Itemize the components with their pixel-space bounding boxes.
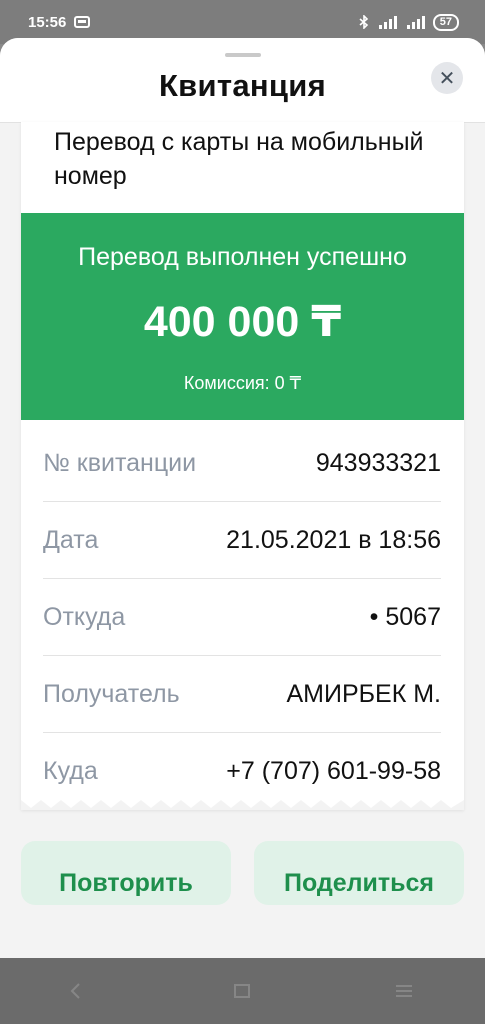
- commission-text: Комиссия: 0 ₸: [183, 373, 302, 393]
- receipt-card: Перевод с карты на мобильный номер Перев…: [21, 122, 464, 810]
- close-icon: ✕: [438, 67, 456, 90]
- drag-handle[interactable]: [225, 53, 261, 57]
- receipt-number-row: № квитанции 943933321: [43, 425, 441, 502]
- signal-icon: [378, 16, 397, 29]
- row-label: Откуда: [43, 602, 126, 631]
- row-value: +7 (707) 601-99-58: [226, 756, 441, 785]
- success-banner: Перевод выполнен успешно 400 000 ₸ Комис…: [21, 213, 464, 420]
- row-label: Получатель: [43, 679, 180, 708]
- row-value: 21.05.2021 в 18:56: [226, 525, 441, 554]
- receipt-torn-edge: [21, 800, 464, 810]
- date-row: Дата 21.05.2021 в 18:56: [43, 502, 441, 579]
- row-label: Дата: [43, 525, 99, 554]
- signal-4g-icon: [406, 16, 425, 29]
- success-title: Перевод выполнен успешно: [78, 243, 407, 271]
- receipt-sheet: Квитанция ✕ Перевод с карты на мобильный…: [0, 38, 485, 958]
- receipt-subtitle: Перевод с карты на мобильный номер: [54, 128, 424, 190]
- repeat-button[interactable]: Повторить: [21, 841, 231, 905]
- status-time: 15:56: [28, 13, 67, 31]
- close-button[interactable]: ✕: [431, 62, 463, 94]
- source-card-row: Откуда • 5067: [43, 579, 441, 656]
- status-right: 57: [359, 13, 459, 31]
- receipt-details: № квитанции 943933321 Дата 21.05.2021 в …: [43, 425, 441, 809]
- sheet-title: Квитанция: [158, 68, 327, 103]
- bluetooth-icon: [359, 15, 368, 29]
- row-value: АМИРБЕК М.: [286, 679, 441, 708]
- recipient-row: Получатель АМИРБЕК М.: [43, 656, 441, 733]
- status-left: 15:56: [28, 13, 91, 31]
- row-label: № квитанции: [43, 448, 197, 477]
- menu-icon[interactable]: [392, 982, 416, 1000]
- row-value: • 5067: [369, 602, 441, 631]
- row-label: Куда: [43, 756, 98, 785]
- share-button[interactable]: Поделиться: [254, 841, 464, 905]
- battery-icon: 57: [432, 13, 459, 31]
- row-value: 943933321: [315, 448, 441, 477]
- system-nav-bar: [0, 958, 485, 1024]
- action-buttons: Повторить Поделиться: [21, 841, 464, 907]
- screen-cast-icon: [74, 16, 91, 28]
- home-icon[interactable]: [230, 982, 254, 1000]
- transfer-amount: 400 000 ₸: [143, 298, 342, 346]
- destination-row: Куда +7 (707) 601-99-58: [43, 733, 441, 809]
- back-icon[interactable]: [69, 982, 93, 1000]
- sheet-header: Квитанция ✕: [0, 38, 485, 123]
